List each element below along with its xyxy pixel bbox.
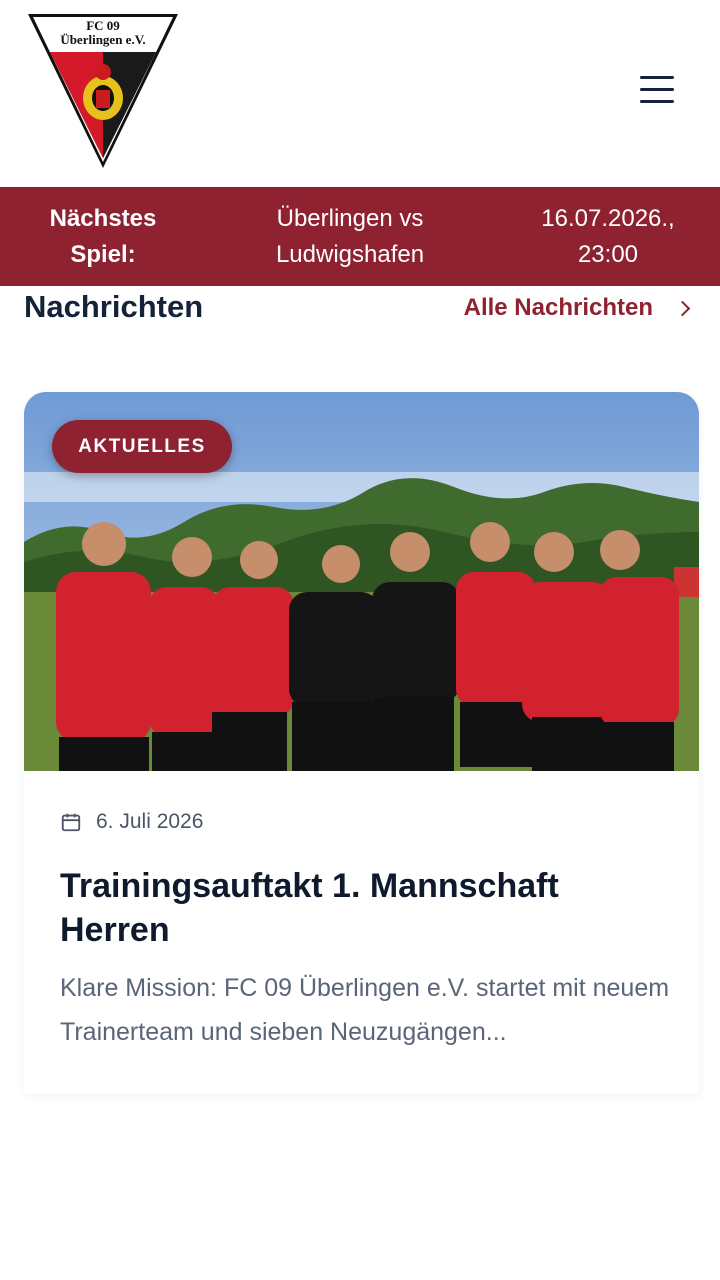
news-date: 6. Juli 2026 — [96, 810, 204, 833]
teams-line1: Überlingen vs — [276, 204, 424, 232]
menu-bar — [640, 100, 674, 103]
category-badge[interactable]: AKTUELLES — [52, 420, 232, 473]
next-match-label-line1: Nächstes — [49, 204, 157, 232]
club-logo[interactable]: FC 09 Überlingen e.V. — [26, 12, 180, 172]
all-news-label: Alle Nachrichten — [463, 294, 653, 321]
chevron-right-icon — [674, 300, 691, 316]
next-match-datetime: 16.07.2026., 23:00 — [512, 187, 704, 286]
svg-text:FC 09: FC 09 — [86, 18, 120, 33]
calendar-icon — [61, 813, 81, 832]
next-match-label: Nächstes Spiel: — [20, 187, 186, 286]
all-news-link[interactable]: Alle Nachrichten — [464, 294, 696, 322]
hamburger-menu-icon[interactable] — [640, 76, 680, 110]
section-title: Nachrichten — [24, 289, 204, 324]
news-title[interactable]: Trainingsauftakt 1. Mannschaft Herren — [60, 864, 670, 952]
teams-line2: Ludwigshafen — [275, 240, 425, 268]
news-card[interactable]: AKTUELLES 6. Juli 2026 Trainingsauftakt … — [24, 392, 699, 1094]
next-match-bar: Nächstes Spiel: Überlingen vs Ludwigshaf… — [0, 187, 720, 286]
next-match-label-line2: Spiel: — [70, 240, 136, 268]
match-date: 16.07.2026., — [541, 204, 675, 232]
svg-text:Überlingen e.V.: Überlingen e.V. — [60, 32, 145, 47]
news-excerpt: Klare Mission: FC 09 Überlingen e.V. sta… — [60, 974, 670, 1046]
menu-bar — [640, 76, 674, 79]
next-match-teams[interactable]: Überlingen vs Ludwigshafen — [230, 187, 470, 286]
news-section-header: Nachrichten Alle Nachrichten — [24, 286, 696, 334]
match-time: 23:00 — [577, 240, 639, 268]
news-date-row: 6. Juli 2026 — [60, 810, 203, 834]
menu-bar — [640, 88, 674, 91]
site-header: FC 09 Überlingen e.V. — [0, 0, 720, 187]
